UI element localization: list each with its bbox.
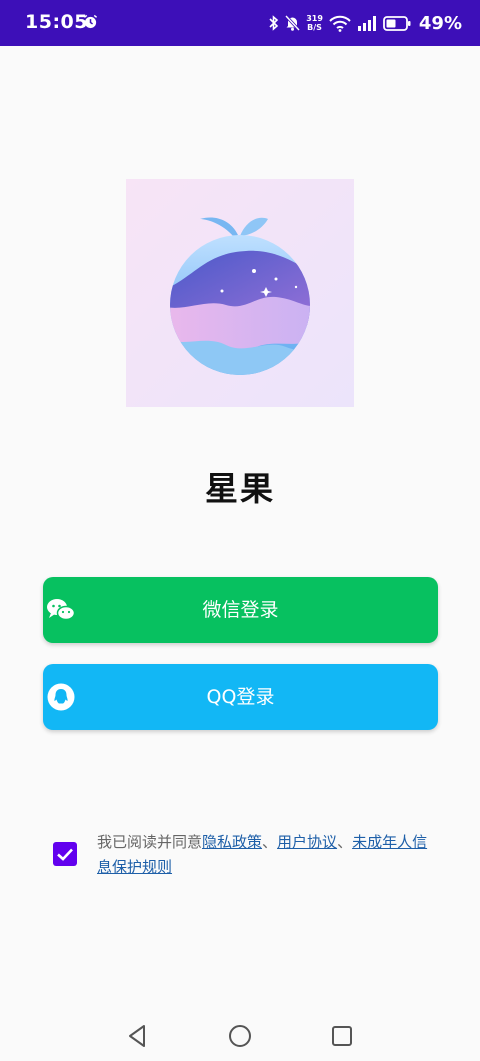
agreement-prefix: 我已阅读并同意 [97, 833, 203, 851]
status-icons: 319 B/S 49% [269, 9, 462, 37]
net-speed-value: 319 [306, 14, 323, 23]
wechat-login-button[interactable]: 微信登录 [43, 577, 438, 643]
wechat-login-label: 微信登录 [202, 599, 279, 621]
recents-square-icon[interactable] [327, 1021, 357, 1051]
battery-icon [383, 15, 411, 31]
agreement-checkbox[interactable] [53, 842, 77, 866]
status-time: 15:05 [25, 11, 88, 33]
user-agreement-link[interactable]: 用户协议 [277, 833, 337, 851]
alarm-icon [83, 14, 98, 29]
bluetooth-icon [269, 15, 279, 31]
cell-signal-icon [357, 15, 376, 31]
home-circle-icon[interactable] [225, 1021, 255, 1051]
privacy-policy-link[interactable]: 隐私政策 [202, 833, 262, 851]
qq-login-label: QQ登录 [206, 686, 275, 708]
wifi-icon [329, 15, 351, 32]
net-speed: 319 B/S [306, 14, 323, 32]
app-name: 星果 [205, 469, 275, 508]
checkmark-icon [57, 848, 73, 861]
agreement-separator: 、 [262, 833, 278, 851]
agreement-text: 我已阅读并同意隐私政策、用户协议、未成年人信息保护规则 [97, 830, 442, 880]
agreement-separator: 、 [337, 833, 353, 851]
net-speed-unit: B/S [307, 23, 322, 32]
back-triangle-icon[interactable] [124, 1021, 154, 1051]
mute-bell-icon [285, 15, 301, 31]
navigation-bar [0, 1010, 480, 1061]
app-logo-icon [126, 179, 354, 407]
battery-percent: 49% [418, 12, 462, 34]
status-bar: 15:05 319 B/S 49% [0, 0, 480, 46]
qq-login-button[interactable]: QQ登录 [43, 664, 438, 730]
